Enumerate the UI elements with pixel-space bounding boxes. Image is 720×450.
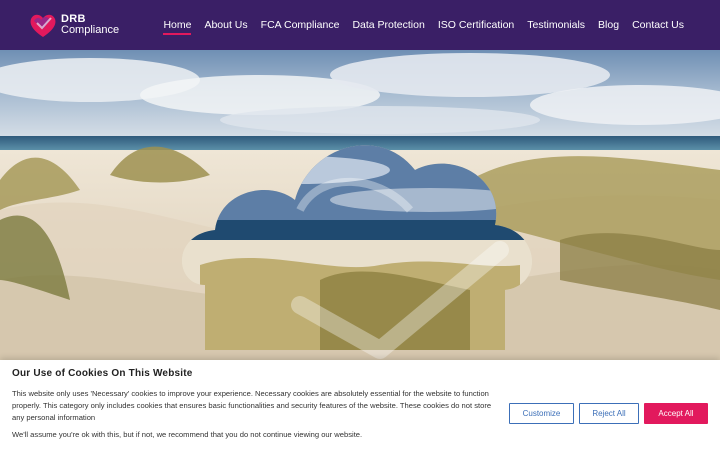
site-logo[interactable]: DRB Compliance: [28, 10, 128, 40]
nav-home[interactable]: Home: [163, 0, 192, 50]
nav-testimonials[interactable]: Testimonials: [527, 0, 585, 50]
nav-contact-us[interactable]: Contact Us: [632, 0, 684, 50]
cookie-title: Our Use of Cookies On This Website: [12, 368, 193, 379]
main-nav: Home About Us FCA Compliance Data Protec…: [150, 0, 684, 50]
drb-logo-icon: [28, 11, 58, 39]
nav-data-protection[interactable]: Data Protection: [352, 0, 424, 50]
nav-about-us[interactable]: About Us: [204, 0, 247, 50]
site-header: DRB Compliance Home About Us FCA Complia…: [0, 0, 720, 50]
nav-blog[interactable]: Blog: [598, 0, 619, 50]
accept-all-button[interactable]: Accept All: [644, 403, 708, 424]
nav-iso-certification[interactable]: ISO Certification: [438, 0, 514, 50]
nav-fca-compliance[interactable]: FCA Compliance: [261, 0, 340, 50]
cookie-banner: Our Use of Cookies On This Website This …: [0, 360, 720, 450]
cookie-note: We'll assume you're ok with this, but if…: [12, 430, 363, 439]
reject-all-button[interactable]: Reject All: [579, 403, 639, 424]
cookie-description: This website only uses 'Necessary' cooki…: [12, 389, 492, 422]
hero-image: [0, 50, 720, 360]
logo-line-2: Compliance: [61, 24, 120, 36]
customize-button[interactable]: Customize: [509, 403, 574, 424]
